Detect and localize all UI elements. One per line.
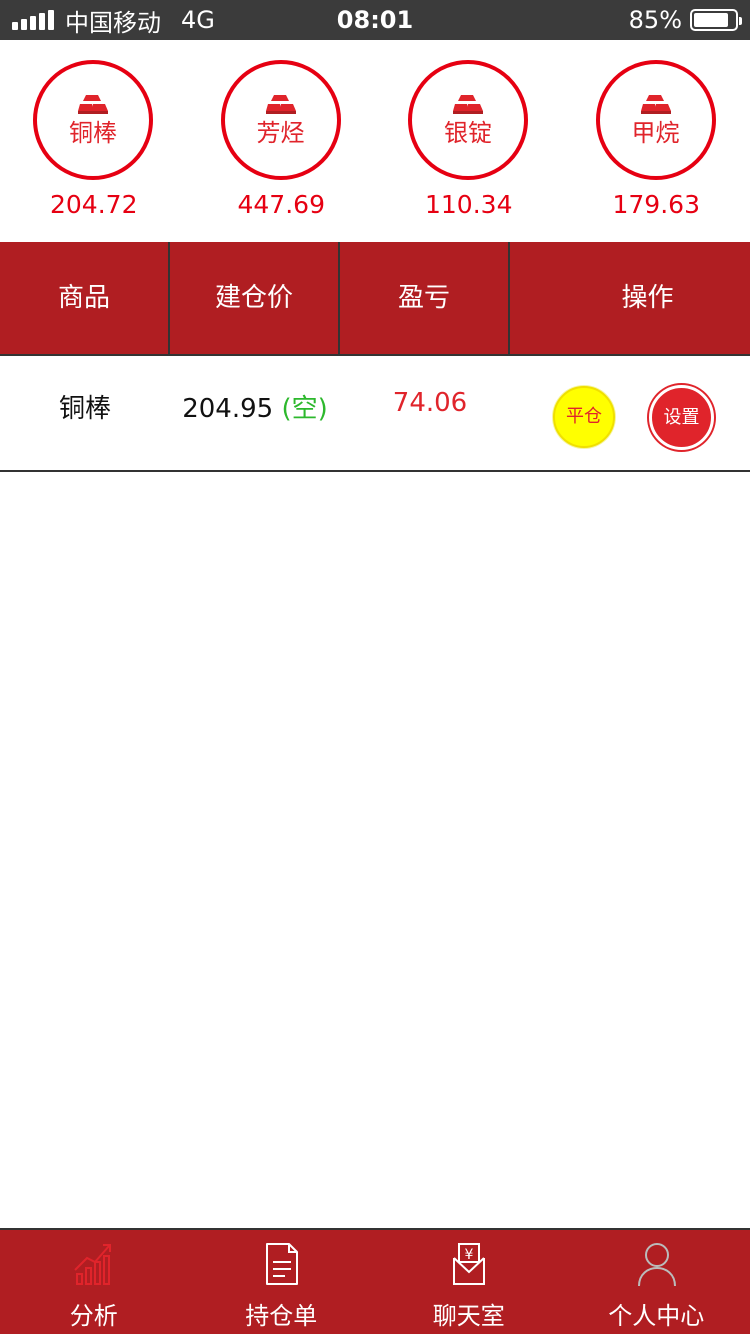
tab-analysis[interactable]: 分析 [0,1230,188,1334]
quote-item[interactable]: 银锭 110.34 [375,40,563,242]
chart-up-icon [74,1244,111,1285]
row-direction: (空) [281,394,328,424]
quote-price: 447.69 [237,190,325,219]
quote-name: 芳烃 [256,119,305,147]
header-actions: 操作 [621,283,674,313]
tab-label: 持仓单 [245,1302,318,1330]
row-open-price-cell: 204.95 (空) [170,388,340,425]
quote-price: 110.34 [425,190,513,219]
header-profit-loss: 盈亏 [340,242,510,354]
quote-price: 179.63 [612,190,700,219]
svg-text:¥: ¥ [465,1247,474,1263]
quote-item[interactable]: 甲烷 179.63 [563,40,750,242]
quote-circle[interactable]: 芳烃 [220,60,341,180]
tab-chatroom[interactable]: ¥ 聊天室 [375,1230,563,1334]
tab-label: 个人中心 [608,1302,705,1330]
yen-envelope-icon: ¥ [453,1243,485,1285]
tab-positions[interactable]: 持仓单 [188,1230,376,1334]
row-product-name: 铜棒 [58,394,111,424]
tab-label: 分析 [69,1302,118,1330]
table-header: 商品 建仓价 盈亏 操作 [0,242,750,356]
status-bar: 中国移动 4G 08:01 85% [0,0,750,40]
tab-label: 聊天室 [432,1302,505,1330]
quote-item[interactable]: 芳烃 447.69 [188,40,376,242]
gold-bar-icon [640,95,671,114]
quote-price: 204.72 [50,190,138,219]
gold-bar-icon [453,95,483,114]
header-product: 商品 [0,242,170,354]
document-icon [265,1243,298,1285]
close-position-button[interactable]: 平仓 [553,386,615,448]
quote-name: 铜棒 [69,119,117,147]
settings-button[interactable]: 设置 [649,385,714,450]
quote-name: 银锭 [444,119,492,147]
quote-name: 甲烷 [631,119,680,147]
battery-percent: 85% [628,6,682,34]
quote-item[interactable]: 铜棒 204.72 [0,40,188,242]
battery-fill [694,13,728,27]
user-icon [637,1243,676,1287]
tab-profile[interactable]: 个人中心 [563,1230,750,1334]
battery-tip [739,17,742,25]
table-row: 铜棒 204.95 (空) 74.06 平仓 设置 [0,356,750,472]
quote-strip: 铜棒 204.72 芳烃 447.69 银锭 110.34 甲烷 179.63 [0,40,750,242]
quote-circle[interactable]: 银锭 [408,60,528,180]
row-profit-loss: 74.06 [392,388,468,418]
tab-bar: 分析 持仓单 ¥ 聊天室 个人中心 [0,1228,750,1334]
status-right: 85% [628,0,742,40]
gold-bar-icon [78,95,108,114]
quote-circle[interactable]: 甲烷 [595,60,716,180]
gold-bar-icon [265,95,296,114]
quote-circle[interactable]: 铜棒 [33,60,153,180]
header-open-price: 建仓价 [170,242,340,354]
row-open-price: 204.95 [182,394,274,424]
battery-icon [690,9,742,31]
